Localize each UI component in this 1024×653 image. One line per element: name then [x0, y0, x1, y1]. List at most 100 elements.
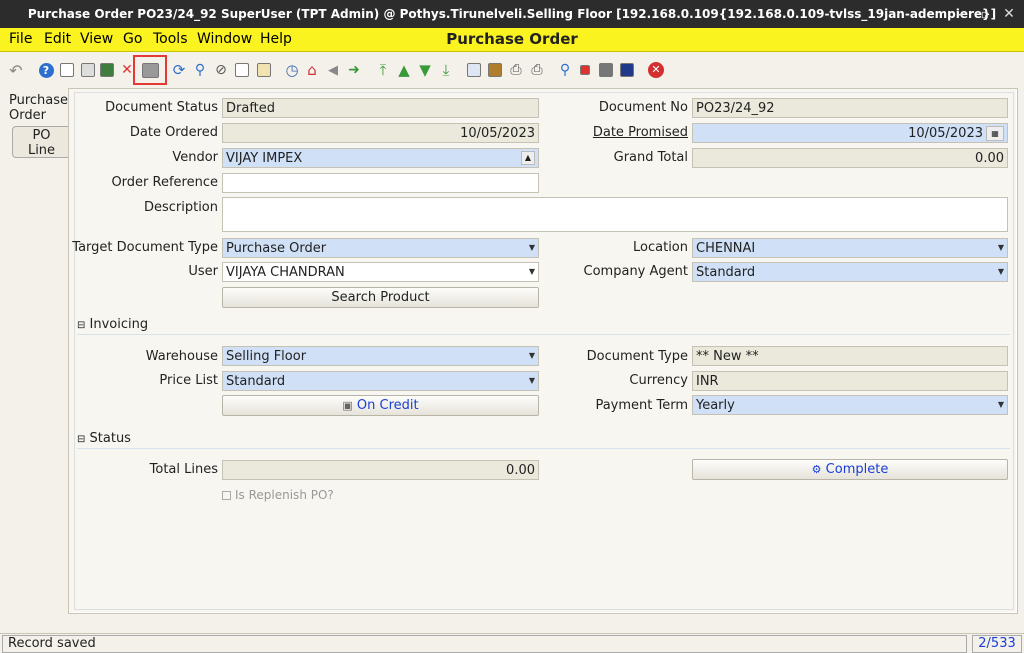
multi-delete-icon[interactable]: [141, 61, 159, 79]
order-reference-input[interactable]: [222, 173, 539, 193]
tab-purchase-order[interactable]: Purchase Order: [9, 93, 69, 123]
maximize-icon[interactable]: ▫: [975, 0, 995, 28]
order-reference-label: Order Reference: [111, 175, 218, 190]
document-type-field: ** New **: [692, 346, 1008, 366]
statusbar: Record saved 2/533: [0, 633, 1024, 653]
grand-total-label: Grand Total: [613, 150, 688, 165]
tab-po-line[interactable]: PO Line: [12, 126, 70, 158]
vendor-lookup-icon[interactable]: ▲: [521, 151, 535, 165]
toolbar: ↶ ? ✕ ⟳ ⚲ ⊘ ◷ ⌂ ◀ ➜ ⤒ ▲ ▼ ⤓ ⎙ ⎙ ⚲ ✕: [0, 53, 1024, 87]
date-promised-input[interactable]: 10/05/2023 ▦: [692, 123, 1008, 143]
warehouse-select[interactable]: Selling Floor ▼: [222, 346, 539, 366]
target-doc-type-label: Target Document Type: [72, 240, 218, 255]
payment-icon: ▣: [342, 399, 353, 412]
chevron-down-icon[interactable]: ▼: [996, 398, 1006, 412]
last-record-icon[interactable]: ⤓: [437, 61, 455, 79]
price-list-select[interactable]: Standard ▼: [222, 371, 539, 391]
vendor-value: VIJAY IMPEX: [226, 151, 303, 166]
menu-help[interactable]: Help: [260, 31, 292, 47]
complete-button[interactable]: ⚙ Complete: [692, 459, 1008, 480]
invoicing-section-header[interactable]: ⊟ Invoicing: [77, 317, 148, 332]
menu-file[interactable]: File: [9, 31, 32, 47]
window-titlebar: Purchase Order PO23/24_92 SuperUser (TPT…: [0, 0, 1024, 28]
collapse-icon[interactable]: ⊟: [77, 320, 85, 331]
chevron-down-icon[interactable]: ▼: [527, 349, 537, 363]
collapse-icon[interactable]: ⊟: [77, 434, 85, 445]
menu-tools[interactable]: Tools: [153, 31, 188, 47]
currency-field: INR: [692, 371, 1008, 391]
invoicing-section-title: Invoicing: [89, 317, 149, 332]
chevron-down-icon[interactable]: ▼: [527, 374, 537, 388]
target-doc-type-select[interactable]: Purchase Order ▼: [222, 238, 539, 258]
location-select[interactable]: CHENNAI ▼: [692, 238, 1008, 258]
refresh-icon[interactable]: ⟳: [170, 61, 188, 79]
date-ordered-label: Date Ordered: [129, 125, 218, 140]
zoom-across-icon[interactable]: ⚲: [556, 61, 574, 79]
calendar-icon[interactable]: ▦: [986, 126, 1004, 141]
find-icon[interactable]: ⚲: [191, 61, 209, 79]
checkbox-icon: [222, 491, 231, 500]
menu-go[interactable]: Go: [123, 31, 142, 47]
vendor-input[interactable]: VIJAY IMPEX ▲: [222, 148, 539, 168]
chevron-down-icon[interactable]: ▼: [996, 241, 1006, 255]
user-select[interactable]: VIJAYA CHANDRAN ▼: [222, 262, 539, 282]
attachment-icon[interactable]: ⊘: [212, 61, 230, 79]
home-icon[interactable]: ⌂: [303, 61, 321, 79]
invoicing-divider: [77, 334, 1010, 335]
history-icon[interactable]: ◷: [283, 61, 301, 79]
window-title: Purchase Order PO23/24_92 SuperUser (TPT…: [27, 7, 997, 21]
on-credit-label: On Credit: [356, 398, 419, 413]
payment-term-select[interactable]: Yearly ▼: [692, 395, 1008, 415]
document-type-label: Document Type: [586, 349, 688, 364]
menu-window[interactable]: Window: [197, 31, 252, 47]
help-icon[interactable]: ?: [37, 61, 55, 79]
warehouse-value: Selling Floor: [226, 349, 307, 364]
vendor-label: Vendor: [172, 150, 218, 165]
menu-edit[interactable]: Edit: [44, 31, 71, 47]
status-section-header[interactable]: ⊟ Status: [77, 431, 131, 446]
new-record-icon[interactable]: [58, 61, 76, 79]
search-product-button[interactable]: Search Product: [222, 287, 539, 308]
undo-icon[interactable]: ↶: [7, 61, 25, 80]
replenish-label: Is Replenish PO?: [235, 488, 334, 502]
chevron-down-icon[interactable]: ▼: [527, 241, 537, 255]
minimize-icon[interactable]: –: [950, 0, 970, 28]
copy-record-icon[interactable]: [79, 61, 97, 79]
document-no-label: Document No: [598, 100, 688, 115]
next-record-icon[interactable]: ▼: [416, 61, 434, 79]
company-agent-value: Standard: [696, 265, 756, 280]
replenish-checkbox[interactable]: Is Replenish PO?: [222, 488, 334, 502]
report-icon[interactable]: [465, 61, 483, 79]
on-credit-button[interactable]: ▣ On Credit: [222, 395, 539, 416]
exit-icon[interactable]: ✕: [647, 61, 665, 79]
archive-icon[interactable]: [486, 61, 504, 79]
chevron-down-icon[interactable]: ▼: [996, 265, 1006, 279]
description-input[interactable]: [222, 197, 1008, 232]
tab-purchase-order-label: Purchase Order: [9, 93, 69, 123]
print-preview-icon[interactable]: ⎙: [507, 61, 525, 79]
parent-record-icon[interactable]: ◀: [324, 61, 342, 79]
price-list-value: Standard: [226, 374, 286, 389]
close-window-icon[interactable]: ✕: [999, 0, 1019, 28]
company-agent-label: Company Agent: [583, 264, 688, 279]
date-ordered-field: 10/05/2023: [222, 123, 539, 143]
request-icon[interactable]: [576, 61, 594, 79]
status-message: Record saved: [2, 635, 967, 653]
detail-record-icon[interactable]: ➜: [345, 61, 363, 79]
workflow-icon[interactable]: [618, 61, 636, 79]
previous-record-icon[interactable]: ▲: [395, 61, 413, 79]
save-icon[interactable]: [98, 61, 116, 79]
price-list-label: Price List: [159, 373, 218, 388]
product-info-icon[interactable]: [597, 61, 615, 79]
location-value: CHENNAI: [696, 241, 756, 256]
chevron-down-icon[interactable]: ▼: [527, 265, 537, 279]
grid-toggle-icon[interactable]: [255, 61, 273, 79]
gear-icon: ⚙: [811, 463, 822, 476]
tab-po-line-label: PO Line: [27, 128, 56, 158]
menu-view[interactable]: View: [80, 31, 113, 47]
chat-icon[interactable]: [233, 61, 251, 79]
first-record-icon[interactable]: ⤒: [374, 61, 392, 79]
record-counter[interactable]: 2/533: [972, 635, 1022, 653]
print-icon[interactable]: ⎙: [528, 61, 546, 79]
company-agent-select[interactable]: Standard ▼: [692, 262, 1008, 282]
